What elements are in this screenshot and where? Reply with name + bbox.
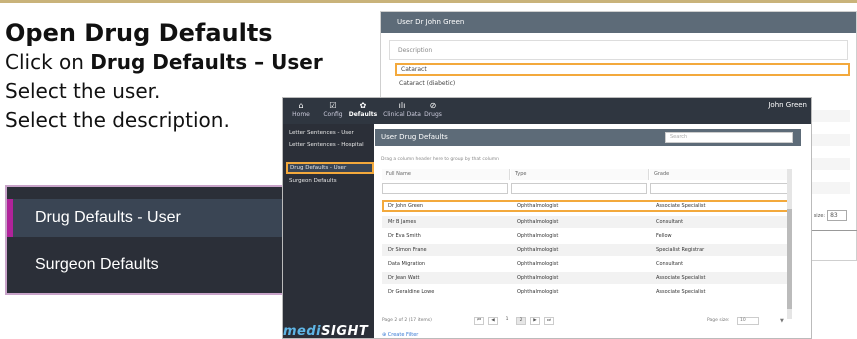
zoomed-sidebar-callout: Drug Defaults - User Surgeon Defaults <box>5 185 288 295</box>
instruction-step-1: Click on Drug Defaults – User <box>5 50 323 74</box>
prev-page-button[interactable]: ◀ <box>488 317 498 325</box>
column-header-grade[interactable]: Grade <box>650 169 792 180</box>
home-icon: ⌂ <box>298 101 304 110</box>
table-row[interactable]: Dr Jean Watt Ophthalmologist Associate S… <box>382 272 792 284</box>
table-row[interactable]: Mr B James Ophthalmologist Consultant <box>382 216 792 228</box>
pager-info: Page 2 of 2 (17 items) <box>382 318 432 323</box>
sidebar: Letter Sentences - User Letter Sentences… <box>283 124 374 339</box>
create-filter-link[interactable]: ⊕ Create Filter <box>382 332 418 338</box>
page-2-button[interactable]: 2 <box>516 317 526 325</box>
gear-icon: ✿ <box>359 101 367 110</box>
user-header: User Dr John Green <box>381 12 856 33</box>
page-size-label: Page size: <box>707 318 730 323</box>
top-nav-bar: ⌂ Home ☑ Config ✿ Defaults ılı Clinical Data… <box>283 98 811 124</box>
filter-grade[interactable] <box>650 183 790 194</box>
zoomed-drug-defaults-user[interactable]: Drug Defaults - User <box>7 199 286 237</box>
instruction-step-2: Select the user. <box>5 79 161 103</box>
description-row-cataract[interactable]: Cataract <box>395 63 850 76</box>
page-size-select[interactable]: 10 <box>737 317 759 325</box>
sidebar-item-letter-sentences-user[interactable]: Letter Sentences - User <box>289 130 371 136</box>
nav-home[interactable]: ⌂ Home <box>283 100 319 119</box>
description-column-header: Description <box>389 40 848 60</box>
next-page-button[interactable]: ▶ <box>530 317 540 325</box>
back-page-size-select[interactable]: 83 <box>827 210 848 221</box>
top-border <box>0 0 857 3</box>
column-header-full-name[interactable]: Full Name <box>382 169 510 180</box>
medisight-logo: mediSIGHT <box>283 324 369 339</box>
table-row[interactable]: Dr John Green Ophthalmologist Associate … <box>382 200 792 212</box>
nav-defaults[interactable]: ✿ Defaults <box>345 100 381 119</box>
table-row[interactable]: Dr Geraldine Lowe Ophthalmologist Associ… <box>382 286 792 298</box>
filter-full-name[interactable] <box>382 183 508 194</box>
page-1-link[interactable]: 1 <box>502 317 512 325</box>
scrollbar-thumb[interactable] <box>787 209 792 309</box>
zoomed-surgeon-defaults[interactable]: Surgeon Defaults <box>7 246 286 284</box>
instructions-title: Open Drug Defaults <box>5 19 273 47</box>
table-row[interactable]: Data Migration Ophthalmologist Consultan… <box>382 258 792 270</box>
drug-defaults-screen: ⌂ Home ☑ Config ✿ Defaults ılı Clinical Data… <box>282 97 812 339</box>
table-row[interactable]: Dr Simon Frane Ophthalmologist Specialis… <box>382 244 792 256</box>
sidebar-item-surgeon-defaults[interactable]: Surgeon Defaults <box>289 178 371 184</box>
current-user-name[interactable]: John Green <box>768 101 807 109</box>
chevron-down-icon[interactable]: ▼ <box>780 315 784 327</box>
instructions-panel: Open Drug Defaults Click on Drug Default… <box>5 14 323 135</box>
description-row-cataract-diabetic[interactable]: Cataract (diabetic) <box>395 77 850 90</box>
first-page-button[interactable]: ⏮ <box>474 317 484 325</box>
table-row[interactable]: Dr Eva Smith Ophthalmologist Fellow <box>382 230 792 242</box>
last-page-button[interactable]: ⏭ <box>544 317 554 325</box>
group-by-hint: Drag a column header here to group by th… <box>381 157 499 162</box>
drug-icon: ⊘ <box>429 101 437 110</box>
search-input[interactable]: Search <box>665 132 793 143</box>
nav-drugs[interactable]: ⊘ Drugs <box>415 100 451 119</box>
column-header-type[interactable]: Type <box>511 169 649 180</box>
sidebar-item-drug-defaults-user[interactable]: Drug Defaults - User <box>286 162 374 174</box>
grid-scrollbar[interactable] <box>787 169 792 319</box>
sidebar-item-letter-sentences-hospital[interactable]: Letter Sentences - Hospital <box>289 142 371 148</box>
filter-type[interactable] <box>511 183 647 194</box>
main-content: User Drug Defaults Search Drag a column … <box>375 124 811 338</box>
instruction-step-3: Select the description. <box>5 108 230 132</box>
pager: Page 2 of 2 (17 items) ⏮ ◀ 1 2 ▶ ⏭ Page … <box>382 315 792 327</box>
